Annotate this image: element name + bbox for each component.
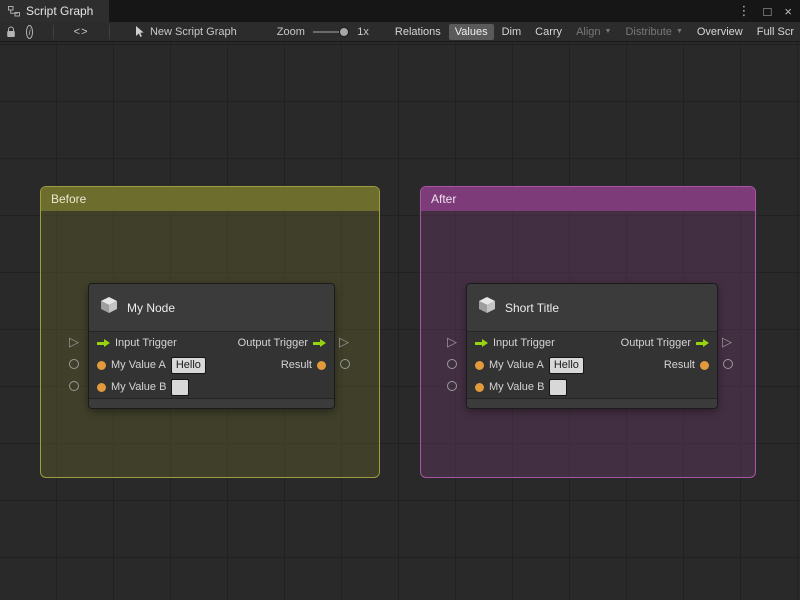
value-port-icon [97,360,106,370]
port-label: My Value A [111,359,166,371]
zoom-slider-knob[interactable] [339,26,350,37]
node-my-node[interactable]: My Node Input Trigger Output Trigger My … [88,283,335,409]
carry-button[interactable]: Carry [529,24,568,40]
script-graph-icon [8,6,20,17]
node-a-result-connector[interactable] [340,359,350,369]
node-icon [477,295,497,320]
script-graph-window: Script Graph ⋮ □ × i <> New Script Graph… [0,0,800,600]
node-short-title-header[interactable]: Short Title [467,284,717,332]
node-a-value-a-connector[interactable] [69,359,79,369]
port-label: Input Trigger [493,337,555,349]
graph-name-label: New Script Graph [149,25,237,38]
port-label: Input Trigger [115,337,177,349]
group-before-title: Before [51,192,87,206]
port-output-trigger[interactable]: Output Trigger [238,337,326,349]
node-b-value-a-connector[interactable] [447,359,457,369]
tab-title: Script Graph [26,4,94,18]
node-b-output-trigger-connector[interactable]: ▷ [719,334,735,350]
port-my-value-b[interactable]: My Value B [97,378,190,396]
toolbar: i <> New Script Graph Zoom 1x Relations … [0,22,800,42]
node-b-input-trigger-connector[interactable]: ▷ [444,334,460,350]
trigger-out-icon [313,338,326,348]
node-row: My Value A Hello Result [467,354,717,376]
info-icon[interactable]: i [26,24,34,39]
node-row: My Value B [467,376,717,398]
node-a-output-trigger-connector[interactable]: ▷ [336,334,352,350]
port-output-trigger[interactable]: Output Trigger [621,337,709,349]
lock-icon[interactable] [6,25,16,38]
node-b-value-b-connector[interactable] [447,381,457,391]
distribute-label: Distribute [625,25,672,38]
node-b-result-connector[interactable] [723,359,733,369]
window-menu-icon[interactable]: ⋮ [738,3,751,19]
zoom-slider[interactable] [312,26,350,38]
port-input-trigger[interactable]: Input Trigger [97,337,177,349]
port-label: Output Trigger [237,337,308,349]
values-button[interactable]: Values [448,23,494,40]
node-title: Short Title [505,300,560,315]
node-footer [89,398,334,408]
maximize-icon[interactable]: □ [764,4,772,19]
port-label: My Value B [111,381,167,393]
port-input-trigger[interactable]: Input Trigger [475,337,555,349]
window-controls: ⋮ □ × [738,0,792,22]
node-row: Input Trigger Output Trigger [467,332,717,354]
chevron-down-icon: ▼ [675,28,683,35]
fullscreen-button[interactable]: Full Scr [751,24,800,40]
node-title: My Node [127,300,176,315]
overview-button[interactable]: Overview [691,24,749,40]
zoom-label: Zoom [276,25,305,38]
trigger-out-icon [696,338,709,348]
node-footer [467,398,717,408]
align-dropdown-button[interactable]: Align ▼ [570,24,617,40]
titlebar: Script Graph ⋮ □ × [0,0,800,22]
port-label: My Value A [489,359,544,371]
pointer-icon [135,25,144,37]
port-label: Result [663,359,695,371]
port-label: Output Trigger [620,337,691,349]
value-b-input[interactable] [549,378,568,396]
node-icon [99,295,119,320]
zoom-value: 1x [357,25,369,38]
align-label: Align [576,25,601,38]
group-before-header[interactable]: Before [41,187,379,211]
group-after-title: After [431,192,457,206]
node-row: Input Trigger Output Trigger [89,332,334,354]
group-after-header[interactable]: After [421,187,755,211]
dim-button[interactable]: Dim [496,24,528,40]
port-my-value-a[interactable]: My Value A Hello [475,356,584,374]
port-label: My Value B [489,381,545,393]
node-my-node-header[interactable]: My Node [89,284,334,332]
port-result[interactable]: Result [664,359,709,371]
port-my-value-a[interactable]: My Value A Hello [97,356,206,374]
value-port-icon [700,360,709,370]
node-row: My Value A Hello Result [89,354,334,376]
value-port-icon [317,360,326,370]
value-port-icon [475,360,484,370]
port-my-value-b[interactable]: My Value B [475,378,568,396]
trigger-in-icon [475,338,488,348]
port-label: Result [280,359,312,371]
node-row: My Value B [89,376,334,398]
chevron-down-icon: ▼ [604,28,612,35]
trigger-in-icon [97,338,110,348]
relations-button[interactable]: Relations [389,24,447,40]
distribute-dropdown-button[interactable]: Distribute ▼ [619,24,688,40]
value-b-input[interactable] [171,378,190,396]
code-preview-icon[interactable]: <> [74,26,89,38]
value-port-icon [475,382,484,392]
node-a-input-trigger-connector[interactable]: ▷ [66,334,82,350]
close-icon[interactable]: × [784,4,792,19]
value-port-icon [97,382,106,392]
graph-picker-button[interactable]: New Script Graph [135,25,237,38]
node-short-title[interactable]: Short Title Input Trigger Output Trigger… [466,283,718,409]
graph-canvas[interactable]: Before My Node Input Trigger Output Trig… [0,42,800,600]
tab-script-graph[interactable]: Script Graph [0,0,110,22]
value-a-input[interactable]: Hello [548,356,584,374]
node-a-value-b-connector[interactable] [69,381,79,391]
port-result[interactable]: Result [281,359,326,371]
value-a-input[interactable]: Hello [170,356,206,374]
